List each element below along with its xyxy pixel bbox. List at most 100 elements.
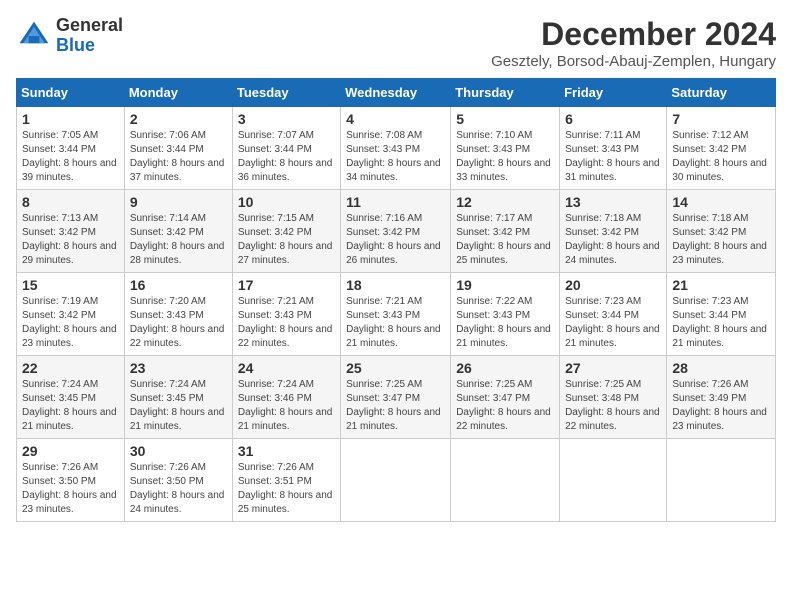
calendar-day: 30 Sunrise: 7:26 AMSunset: 3:50 PMDayligh… xyxy=(124,439,232,522)
day-info: Sunrise: 7:17 AMSunset: 3:42 PMDaylight:… xyxy=(456,212,554,268)
day-info: Sunrise: 7:08 AMSunset: 3:43 PMDaylight:… xyxy=(346,129,445,185)
day-number: 8 xyxy=(22,194,119,210)
calendar-day: 13 Sunrise: 7:18 AMSunset: 3:42 PMDayligh… xyxy=(560,190,667,273)
calendar-day: 18Sunrise: 7:21 AMSunset: 3:43 PMDayligh… xyxy=(341,273,451,356)
calendar-day: 10 Sunrise: 7:15 AMSunset: 3:42 PMDayligh… xyxy=(232,190,340,273)
calendar-day: 25 Sunrise: 7:25 AMSunset: 3:47 PMDayligh… xyxy=(341,356,451,439)
calendar-table: SundayMondayTuesdayWednesdayThursdayFrid… xyxy=(16,78,776,522)
day-number: 4 xyxy=(346,111,445,127)
calendar-day xyxy=(451,439,560,522)
calendar-week-4: 22 Sunrise: 7:24 AMSunset: 3:45 PMDayligh… xyxy=(17,356,776,439)
day-info: Sunrise: 7:24 AMSunset: 3:45 PMDaylight:… xyxy=(130,378,227,434)
day-number: 6 xyxy=(565,111,661,127)
logo-general: General xyxy=(56,16,123,36)
calendar-week-5: 29 Sunrise: 7:26 AMSunset: 3:50 PMDayligh… xyxy=(17,439,776,522)
day-info: Sunrise: 7:24 AMSunset: 3:45 PMDaylight:… xyxy=(22,378,119,434)
calendar-day: 31Sunrise: 7:26 AMSunset: 3:51 PMDayligh… xyxy=(232,439,340,522)
day-number: 13 xyxy=(565,194,661,210)
calendar-week-1: 1Sunrise: 7:05 AMSunset: 3:44 PMDaylight… xyxy=(17,107,776,190)
calendar-day: 17 Sunrise: 7:21 AMSunset: 3:43 PMDayligh… xyxy=(232,273,340,356)
day-info: Sunrise: 7:10 AMSunset: 3:43 PMDaylight:… xyxy=(456,129,554,185)
day-number: 30 xyxy=(130,443,227,459)
day-info: Sunrise: 7:06 AMSunset: 3:44 PMDaylight:… xyxy=(130,129,227,185)
logo-icon xyxy=(16,18,52,54)
day-info: Sunrise: 7:25 AMSunset: 3:47 PMDaylight:… xyxy=(346,378,445,434)
calendar-day: 12 Sunrise: 7:17 AMSunset: 3:42 PMDayligh… xyxy=(451,190,560,273)
day-info: Sunrise: 7:21 AMSunset: 3:43 PMDaylight:… xyxy=(346,295,445,351)
day-number: 10 xyxy=(238,194,335,210)
calendar-day: 2 Sunrise: 7:06 AMSunset: 3:44 PMDaylight… xyxy=(124,107,232,190)
logo-text: General Blue xyxy=(56,16,123,56)
day-number: 19 xyxy=(456,277,554,293)
header-saturday: Saturday xyxy=(667,79,776,107)
day-info: Sunrise: 7:07 AMSunset: 3:44 PMDaylight:… xyxy=(238,129,335,185)
day-number: 14 xyxy=(672,194,770,210)
page-header: General Blue December 2024 Gesztely, Bor… xyxy=(16,16,776,70)
day-info: Sunrise: 7:20 AMSunset: 3:43 PMDaylight:… xyxy=(130,295,227,351)
calendar-day: 28Sunrise: 7:26 AMSunset: 3:49 PMDayligh… xyxy=(667,356,776,439)
day-info: Sunrise: 7:22 AMSunset: 3:43 PMDaylight:… xyxy=(456,295,554,351)
day-info: Sunrise: 7:12 AMSunset: 3:42 PMDaylight:… xyxy=(672,129,770,185)
month-title: December 2024 xyxy=(491,16,776,53)
location: Gesztely, Borsod-Abauj-Zemplen, Hungary xyxy=(491,53,776,70)
day-info: Sunrise: 7:15 AMSunset: 3:42 PMDaylight:… xyxy=(238,212,335,268)
calendar-day: 23 Sunrise: 7:24 AMSunset: 3:45 PMDayligh… xyxy=(124,356,232,439)
day-info: Sunrise: 7:26 AMSunset: 3:50 PMDaylight:… xyxy=(130,461,227,517)
day-info: Sunrise: 7:21 AMSunset: 3:43 PMDaylight:… xyxy=(238,295,335,351)
day-number: 21 xyxy=(672,277,770,293)
day-info: Sunrise: 7:14 AMSunset: 3:42 PMDaylight:… xyxy=(130,212,227,268)
day-info: Sunrise: 7:23 AMSunset: 3:44 PMDaylight:… xyxy=(672,295,770,351)
header-monday: Monday xyxy=(124,79,232,107)
day-info: Sunrise: 7:18 AMSunset: 3:42 PMDaylight:… xyxy=(565,212,661,268)
day-info: Sunrise: 7:23 AMSunset: 3:44 PMDaylight:… xyxy=(565,295,661,351)
calendar-day: 15Sunrise: 7:19 AMSunset: 3:42 PMDayligh… xyxy=(17,273,125,356)
calendar-day: 3Sunrise: 7:07 AMSunset: 3:44 PMDaylight… xyxy=(232,107,340,190)
day-info: Sunrise: 7:26 AMSunset: 3:49 PMDaylight:… xyxy=(672,378,770,434)
header-thursday: Thursday xyxy=(451,79,560,107)
calendar-day: 14 Sunrise: 7:18 AMSunset: 3:42 PMDayligh… xyxy=(667,190,776,273)
day-number: 15 xyxy=(22,277,119,293)
calendar-day: 1Sunrise: 7:05 AMSunset: 3:44 PMDaylight… xyxy=(17,107,125,190)
calendar-day xyxy=(560,439,667,522)
day-number: 26 xyxy=(456,360,554,376)
calendar-day: 20Sunrise: 7:23 AMSunset: 3:44 PMDayligh… xyxy=(560,273,667,356)
header-friday: Friday xyxy=(560,79,667,107)
day-number: 24 xyxy=(238,360,335,376)
day-info: Sunrise: 7:13 AMSunset: 3:42 PMDaylight:… xyxy=(22,212,119,268)
header-tuesday: Tuesday xyxy=(232,79,340,107)
day-number: 2 xyxy=(130,111,227,127)
calendar-week-2: 8 Sunrise: 7:13 AMSunset: 3:42 PMDaylight… xyxy=(17,190,776,273)
day-number: 29 xyxy=(22,443,119,459)
calendar-day: 29 Sunrise: 7:26 AMSunset: 3:50 PMDayligh… xyxy=(17,439,125,522)
day-number: 17 xyxy=(238,277,335,293)
header-sunday: Sunday xyxy=(17,79,125,107)
calendar-day: 4 Sunrise: 7:08 AMSunset: 3:43 PMDaylight… xyxy=(341,107,451,190)
day-number: 25 xyxy=(346,360,445,376)
calendar-day: 19 Sunrise: 7:22 AMSunset: 3:43 PMDayligh… xyxy=(451,273,560,356)
calendar-day: 5 Sunrise: 7:10 AMSunset: 3:43 PMDaylight… xyxy=(451,107,560,190)
calendar-day: 8 Sunrise: 7:13 AMSunset: 3:42 PMDaylight… xyxy=(17,190,125,273)
day-info: Sunrise: 7:18 AMSunset: 3:42 PMDaylight:… xyxy=(672,212,770,268)
day-number: 16 xyxy=(130,277,227,293)
day-number: 22 xyxy=(22,360,119,376)
day-number: 7 xyxy=(672,111,770,127)
day-info: Sunrise: 7:24 AMSunset: 3:46 PMDaylight:… xyxy=(238,378,335,434)
day-number: 27 xyxy=(565,360,661,376)
day-number: 12 xyxy=(456,194,554,210)
day-info: Sunrise: 7:26 AMSunset: 3:50 PMDaylight:… xyxy=(22,461,119,517)
calendar-day xyxy=(667,439,776,522)
calendar-day: 24 Sunrise: 7:24 AMSunset: 3:46 PMDayligh… xyxy=(232,356,340,439)
day-info: Sunrise: 7:25 AMSunset: 3:48 PMDaylight:… xyxy=(565,378,661,434)
day-info: Sunrise: 7:16 AMSunset: 3:42 PMDaylight:… xyxy=(346,212,445,268)
day-number: 31 xyxy=(238,443,335,459)
calendar-day: 9Sunrise: 7:14 AMSunset: 3:42 PMDaylight… xyxy=(124,190,232,273)
calendar-week-3: 15Sunrise: 7:19 AMSunset: 3:42 PMDayligh… xyxy=(17,273,776,356)
calendar-day: 21 Sunrise: 7:23 AMSunset: 3:44 PMDayligh… xyxy=(667,273,776,356)
calendar-day: 7 Sunrise: 7:12 AMSunset: 3:42 PMDaylight… xyxy=(667,107,776,190)
day-info: Sunrise: 7:11 AMSunset: 3:43 PMDaylight:… xyxy=(565,129,661,185)
calendar-day: 22 Sunrise: 7:24 AMSunset: 3:45 PMDayligh… xyxy=(17,356,125,439)
day-number: 23 xyxy=(130,360,227,376)
day-number: 5 xyxy=(456,111,554,127)
calendar-day xyxy=(341,439,451,522)
calendar-day: 16 Sunrise: 7:20 AMSunset: 3:43 PMDayligh… xyxy=(124,273,232,356)
